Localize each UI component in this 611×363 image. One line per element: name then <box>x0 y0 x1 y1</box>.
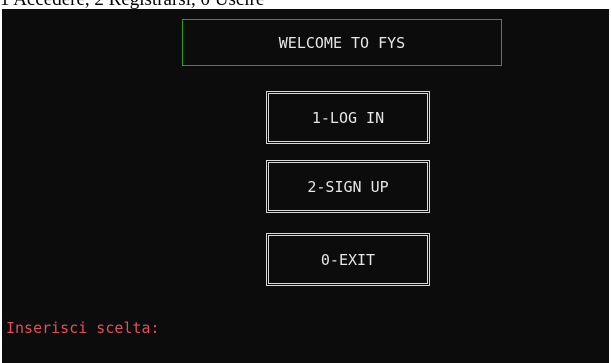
login-button[interactable]: 1-LOG IN <box>266 91 430 144</box>
page: 1 Accedere, 2 Registrarsi, 0 Uscire WELC… <box>0 0 611 363</box>
console-window: WELCOME TO FYS 1-LOG IN 2-SIGN UP 0-EXIT… <box>2 9 609 363</box>
exit-label: 0-EXIT <box>320 250 376 269</box>
signup-label: 2-SIGN UP <box>307 177 389 196</box>
exit-button[interactable]: 0-EXIT <box>266 233 430 286</box>
login-label: 1-LOG IN <box>311 108 385 127</box>
welcome-banner: WELCOME TO FYS <box>182 19 502 66</box>
choice-prompt[interactable]: Inserisci scelta: <box>6 319 160 337</box>
welcome-title: WELCOME TO FYS <box>278 33 406 52</box>
signup-button[interactable]: 2-SIGN UP <box>266 160 430 213</box>
